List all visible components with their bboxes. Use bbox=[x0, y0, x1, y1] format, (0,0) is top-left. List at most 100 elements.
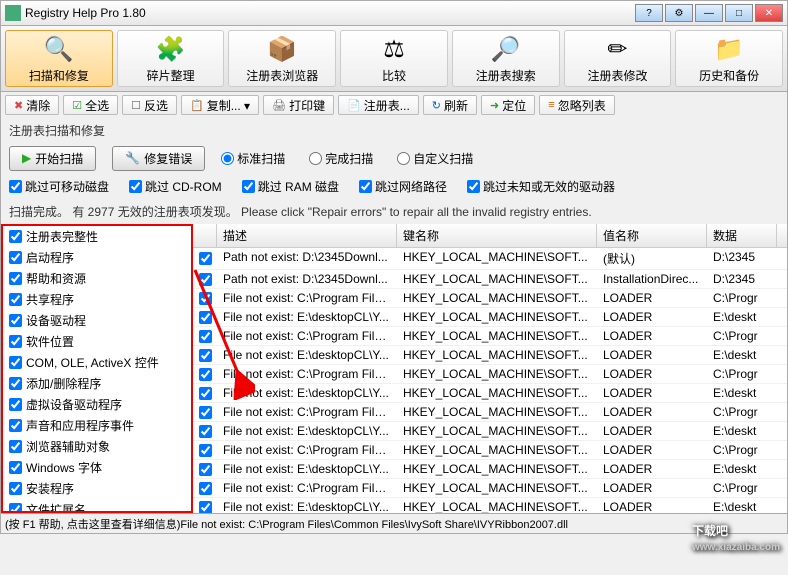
toolbar-btn-0[interactable]: 🔍扫描和修复 bbox=[5, 30, 113, 87]
category-check[interactable] bbox=[9, 461, 22, 474]
fix-errors-button[interactable]: 🔧修复错误 bbox=[112, 146, 205, 171]
toolbar-btn-4[interactable]: 🔎注册表搜索 bbox=[452, 30, 560, 87]
row-check[interactable] bbox=[199, 252, 212, 265]
col-data[interactable]: 数据 bbox=[707, 224, 777, 247]
result-row[interactable]: File not exist: C:\Program Files...HKEY_… bbox=[193, 403, 787, 422]
result-row[interactable]: File not exist: C:\Program Files...HKEY_… bbox=[193, 365, 787, 384]
results-panel[interactable]: 描述 键名称 值名称 数据 Path not exist: D:\2345Dow… bbox=[193, 224, 787, 513]
category-check[interactable] bbox=[9, 230, 22, 243]
toolbar-btn-6[interactable]: 📁历史和备份 bbox=[675, 30, 783, 87]
toolbar-btn-2[interactable]: 📦注册表浏览器 bbox=[228, 30, 336, 87]
subtool-4[interactable]: 🖨打印键 bbox=[263, 95, 334, 115]
scan-mode-radio-1[interactable]: 完成扫描 bbox=[309, 150, 373, 167]
col-keyname[interactable]: 键名称 bbox=[397, 224, 597, 247]
row-check[interactable] bbox=[199, 368, 212, 381]
toolbar-btn-1[interactable]: 🧩碎片整理 bbox=[117, 30, 225, 87]
category-check[interactable] bbox=[9, 272, 22, 285]
toolbar-icon: ⚖ bbox=[378, 33, 410, 65]
category-item[interactable]: COM, OLE, ActiveX 控件 bbox=[3, 352, 191, 373]
result-row[interactable]: File not exist: E:\desktopCL\Y...HKEY_LO… bbox=[193, 498, 787, 513]
close-button[interactable]: ✕ bbox=[755, 4, 783, 22]
row-check[interactable] bbox=[199, 463, 212, 476]
sub-toolbar: ✖清除☑全选☐反选📋复制... ▾🖨打印键📄注册表...↻刷新➜定位≡忽略列表 bbox=[0, 92, 788, 118]
category-item[interactable]: 设备驱动程 bbox=[3, 310, 191, 331]
row-check[interactable] bbox=[199, 273, 212, 286]
category-check[interactable] bbox=[9, 419, 22, 432]
result-row[interactable]: File not exist: E:\desktopCL\Y...HKEY_LO… bbox=[193, 460, 787, 479]
app-icon bbox=[5, 5, 21, 21]
category-check[interactable] bbox=[9, 251, 22, 264]
result-row[interactable]: File not exist: C:\Program Files...HKEY_… bbox=[193, 289, 787, 308]
skip-check-0[interactable]: 跳过可移动磁盘 bbox=[9, 178, 109, 195]
category-item[interactable]: 启动程序 bbox=[3, 247, 191, 268]
subtool-0[interactable]: ✖清除 bbox=[5, 95, 59, 115]
row-check[interactable] bbox=[199, 425, 212, 438]
toolbar-btn-3[interactable]: ⚖比较 bbox=[340, 30, 448, 87]
category-item[interactable]: 虚拟设备驱动程序 bbox=[3, 394, 191, 415]
subtool-2[interactable]: ☐反选 bbox=[122, 95, 177, 115]
result-row[interactable]: Path not exist: D:\2345Downl...HKEY_LOCA… bbox=[193, 270, 787, 289]
col-check[interactable] bbox=[193, 224, 217, 247]
category-check[interactable] bbox=[9, 482, 22, 495]
subtool-8[interactable]: ≡忽略列表 bbox=[539, 95, 614, 115]
row-check[interactable] bbox=[199, 311, 212, 324]
row-check[interactable] bbox=[199, 292, 212, 305]
category-item[interactable]: 浏览器辅助对象 bbox=[3, 436, 191, 457]
scan-mode-radio-0[interactable]: 标准扫描 bbox=[221, 150, 285, 167]
row-check[interactable] bbox=[199, 444, 212, 457]
maximize-button[interactable]: □ bbox=[725, 4, 753, 22]
start-scan-button[interactable]: ▶开始扫描 bbox=[9, 146, 96, 171]
subtool-3[interactable]: 📋复制... ▾ bbox=[181, 95, 259, 115]
scan-mode-radio-2[interactable]: 自定义扫描 bbox=[397, 150, 473, 167]
category-item[interactable]: 添加/删除程序 bbox=[3, 373, 191, 394]
category-item[interactable]: 注册表完整性 bbox=[3, 226, 191, 247]
category-item[interactable]: 安装程序 bbox=[3, 478, 191, 499]
category-check[interactable] bbox=[9, 335, 22, 348]
category-item[interactable]: 软件位置 bbox=[3, 331, 191, 352]
row-check[interactable] bbox=[199, 406, 212, 419]
result-row[interactable]: File not exist: E:\desktopCL\Y...HKEY_LO… bbox=[193, 308, 787, 327]
row-check[interactable] bbox=[199, 349, 212, 362]
skip-check-1[interactable]: 跳过 CD-ROM bbox=[129, 178, 222, 195]
subtool-6[interactable]: ↻刷新 bbox=[423, 95, 477, 115]
category-item[interactable]: 共享程序 bbox=[3, 289, 191, 310]
result-row[interactable]: File not exist: E:\desktopCL\Y...HKEY_LO… bbox=[193, 422, 787, 441]
row-check[interactable] bbox=[199, 501, 212, 514]
toolbar-icon: ✏ bbox=[601, 33, 633, 65]
result-row[interactable]: File not exist: E:\desktopCL\Y...HKEY_LO… bbox=[193, 346, 787, 365]
watermark: 下载吧 www.xiazaiba.com bbox=[692, 512, 780, 553]
category-check[interactable] bbox=[9, 377, 22, 390]
result-row[interactable]: Path not exist: D:\2345Downl...HKEY_LOCA… bbox=[193, 248, 787, 270]
category-item[interactable]: 声音和应用程序事件 bbox=[3, 415, 191, 436]
result-row[interactable]: File not exist: C:\Program Files...HKEY_… bbox=[193, 441, 787, 460]
help-button[interactable]: ? bbox=[635, 4, 663, 22]
skip-check-4[interactable]: 跳过未知或无效的驱动器 bbox=[467, 178, 615, 195]
subtool-1[interactable]: ☑全选 bbox=[63, 95, 118, 115]
result-row[interactable]: File not exist: E:\desktopCL\Y...HKEY_LO… bbox=[193, 384, 787, 403]
col-description[interactable]: 描述 bbox=[217, 224, 397, 247]
category-check[interactable] bbox=[9, 314, 22, 327]
minimize-button[interactable]: — bbox=[695, 4, 723, 22]
skip-check-3[interactable]: 跳过网络路径 bbox=[359, 178, 447, 195]
category-item[interactable]: 帮助和资源 bbox=[3, 268, 191, 289]
category-check[interactable] bbox=[9, 356, 22, 369]
category-panel[interactable]: 注册表完整性启动程序帮助和资源共享程序设备驱动程软件位置COM, OLE, Ac… bbox=[1, 224, 193, 513]
category-check[interactable] bbox=[9, 440, 22, 453]
subtool-5[interactable]: 📄注册表... bbox=[338, 95, 419, 115]
category-check[interactable] bbox=[9, 398, 22, 411]
category-item[interactable]: 文件扩展名 bbox=[3, 499, 191, 513]
category-check[interactable] bbox=[9, 293, 22, 306]
tools-button[interactable]: ⚙ bbox=[665, 4, 693, 22]
category-check[interactable] bbox=[9, 503, 22, 513]
result-row[interactable]: File not exist: C:\Program Files...HKEY_… bbox=[193, 327, 787, 346]
row-check[interactable] bbox=[199, 482, 212, 495]
skip-check-2[interactable]: 跳过 RAM 磁盘 bbox=[242, 178, 339, 195]
row-check[interactable] bbox=[199, 387, 212, 400]
window-title: Registry Help Pro 1.80 bbox=[25, 6, 635, 20]
result-row[interactable]: File not exist: C:\Program Files...HKEY_… bbox=[193, 479, 787, 498]
toolbar-btn-5[interactable]: ✏注册表修改 bbox=[564, 30, 672, 87]
category-item[interactable]: Windows 字体 bbox=[3, 457, 191, 478]
col-valuename[interactable]: 值名称 bbox=[597, 224, 707, 247]
subtool-7[interactable]: ➜定位 bbox=[481, 95, 535, 115]
row-check[interactable] bbox=[199, 330, 212, 343]
